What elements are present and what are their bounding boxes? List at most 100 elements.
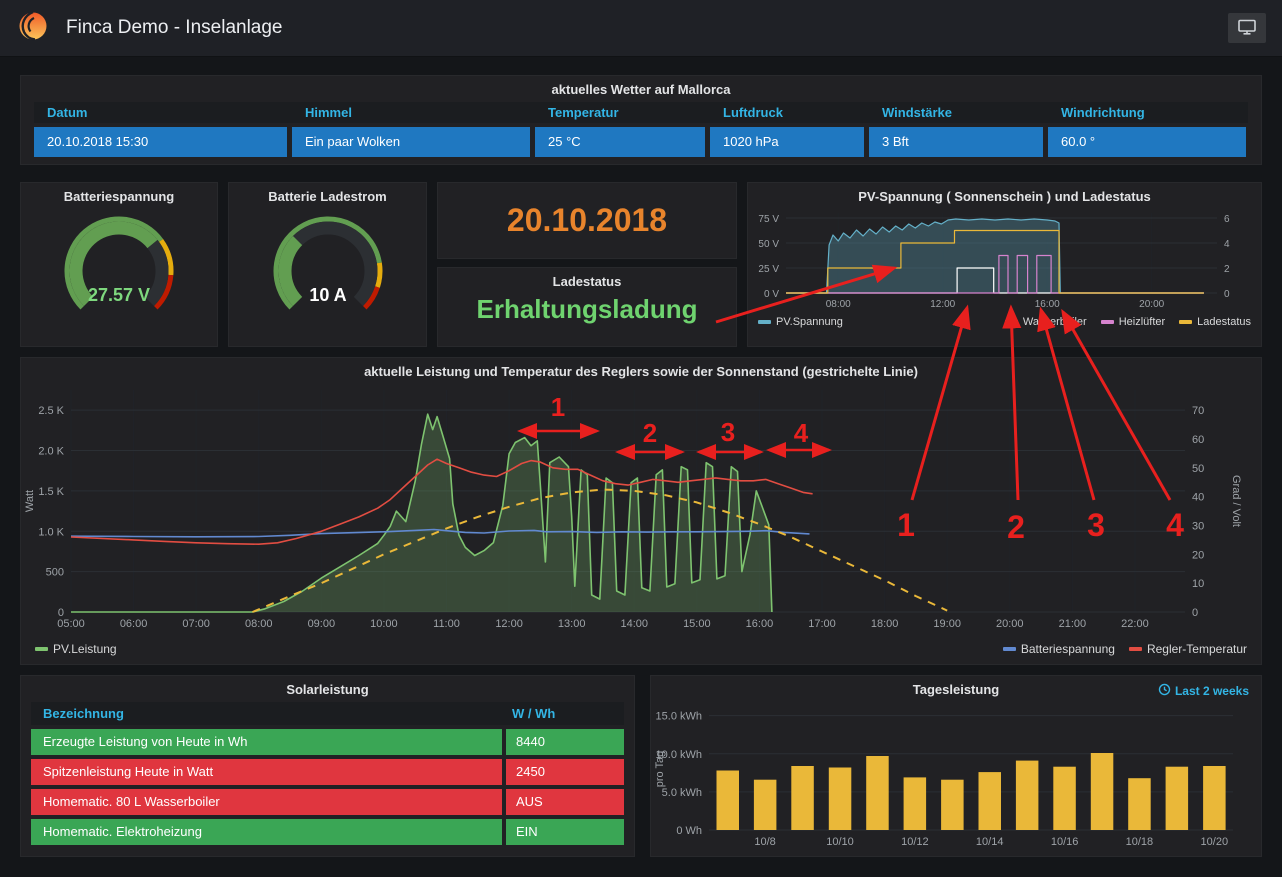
svg-text:2.5 K: 2.5 K <box>38 405 64 417</box>
solar-row-value: EIN <box>506 819 624 845</box>
solar-table-row: Spitzenleistung Heute in Watt2450 <box>31 759 624 785</box>
svg-text:6: 6 <box>1224 214 1230 225</box>
legend-label: Regler-Temperatur <box>1147 642 1247 656</box>
solar-row-label: Spitzenleistung Heute in Watt <box>31 759 502 785</box>
svg-text:15.0 kWh: 15.0 kWh <box>656 711 702 723</box>
legend-marker <box>1003 647 1016 651</box>
legend-item-regler-temperatur[interactable]: Regler-Temperatur <box>1129 642 1247 656</box>
panel-title-pv-voltage[interactable]: PV-Spannung ( Sonnenschein ) und Ladesta… <box>748 183 1261 207</box>
legend-marker <box>1101 320 1114 324</box>
panel-title-battery-voltage[interactable]: Batteriespannung <box>21 183 217 207</box>
solar-row-label: Homematic. 80 L Wasserboiler <box>31 789 502 815</box>
legend-item-pv-leistung[interactable]: PV.Leistung <box>35 642 117 656</box>
svg-text:2.0 K: 2.0 K <box>38 446 64 458</box>
solar-row-value: 8440 <box>506 729 624 755</box>
weather-column-header: Windrichtung <box>1048 102 1246 123</box>
daily-chart-panel: Tagesleistung Last 2 weeks 0 Wh5.0 kWh10… <box>650 675 1262 857</box>
svg-text:10/16: 10/16 <box>1051 836 1079 848</box>
weather-column-header: Luftdruck <box>710 102 864 123</box>
svg-text:16:00: 16:00 <box>746 618 774 630</box>
weather-cell: 60.0 ° <box>1048 127 1246 157</box>
weather-cell: 25 °C <box>535 127 705 157</box>
svg-text:1.0 K: 1.0 K <box>38 526 64 538</box>
panel-title-main-chart[interactable]: aktuelle Leistung und Temperatur des Reg… <box>21 358 1261 382</box>
solar-table-rows: Erzeugte Leistung von Heute in Wh8440Spi… <box>31 729 624 845</box>
svg-text:20: 20 <box>1192 549 1204 561</box>
panel-title-battery-current[interactable]: Batterie Ladestrom <box>229 183 426 207</box>
weather-column-header: Temperatur <box>535 102 705 123</box>
legend-label: PV.Spannung <box>776 316 843 328</box>
panel-title-solar[interactable]: Solarleistung <box>31 676 624 700</box>
svg-text:75 V: 75 V <box>758 214 779 225</box>
pv-voltage-panel: PV-Spannung ( Sonnenschein ) und Ladesta… <box>747 182 1262 347</box>
svg-text:1.5 K: 1.5 K <box>38 486 64 498</box>
tv-mode-button[interactable] <box>1228 13 1266 43</box>
panel-title-charge-status[interactable]: Ladestatus <box>438 268 736 292</box>
svg-text:15:00: 15:00 <box>683 618 711 630</box>
svg-text:07:00: 07:00 <box>182 618 210 630</box>
svg-text:21:00: 21:00 <box>1059 618 1087 630</box>
svg-text:16:00: 16:00 <box>1035 299 1060 310</box>
solar-row-value: AUS <box>506 789 624 815</box>
svg-text:Grad / Volt: Grad / Volt <box>1230 475 1241 527</box>
weather-data-row: 20.10.2018 15:30Ein paar Wolken25 °C1020… <box>34 127 1248 157</box>
svg-text:11:00: 11:00 <box>433 618 460 630</box>
svg-text:14:00: 14:00 <box>620 618 648 630</box>
svg-text:40: 40 <box>1192 492 1204 504</box>
svg-text:0: 0 <box>1192 607 1198 619</box>
solar-col-bezeichnung: Bezeichnung <box>31 702 502 725</box>
main-chart-legend: PV.Leistung Batteriespannung Regler-Tempe… <box>21 641 1261 656</box>
svg-text:60: 60 <box>1192 434 1204 446</box>
daily-energy-chart: 0 Wh5.0 kWh10.0 kWh15.0 kWh10/810/1010/1… <box>651 700 1241 852</box>
svg-text:50 V: 50 V <box>758 239 779 250</box>
svg-text:27.57 V: 27.57 V <box>88 285 150 305</box>
svg-text:Watt: Watt <box>24 490 36 512</box>
svg-text:10/20: 10/20 <box>1201 836 1229 848</box>
legend-item-ladestatus[interactable]: Ladestatus <box>1179 316 1251 328</box>
bottom-row: Solarleistung Bezeichnung W / Wh Erzeugt… <box>20 675 1262 857</box>
legend-item-heizl-fter[interactable]: Heizlüfter <box>1101 316 1165 328</box>
svg-text:30: 30 <box>1192 521 1204 533</box>
pv-chart-legend: PV.Spannung Wasserboiler Heizlüfter Ladest… <box>748 316 1261 328</box>
svg-text:10/10: 10/10 <box>826 836 854 848</box>
weather-cell: 20.10.2018 15:30 <box>34 127 287 157</box>
legend-label: Wasserboiler <box>1023 316 1087 328</box>
legend-item-pv-spannung[interactable]: PV.Spannung <box>758 316 843 328</box>
clock-icon <box>1158 683 1171 699</box>
legend-marker <box>1005 320 1018 324</box>
svg-text:pro Tag: pro Tag <box>654 751 666 788</box>
svg-text:19:00: 19:00 <box>933 618 961 630</box>
weather-table: DatumHimmelTemperaturLuftdruckWindstärke… <box>21 100 1261 157</box>
legend-label: Ladestatus <box>1197 316 1251 328</box>
svg-text:20:00: 20:00 <box>1139 299 1164 310</box>
svg-text:10 A: 10 A <box>309 285 346 305</box>
weather-header-row: DatumHimmelTemperaturLuftdruckWindstärke… <box>34 102 1248 123</box>
battery-voltage-panel: Batteriespannung 27.57 V <box>20 182 218 347</box>
date-value: 20.10.2018 <box>507 202 667 239</box>
panel-title-weather[interactable]: aktuelles Wetter auf Mallorca <box>21 76 1261 100</box>
svg-text:10/12: 10/12 <box>901 836 929 848</box>
weather-panel: aktuelles Wetter auf Mallorca DatumHimme… <box>20 75 1262 165</box>
svg-text:05:00: 05:00 <box>57 618 85 630</box>
grafana-logo[interactable] <box>16 9 50 48</box>
svg-text:08:00: 08:00 <box>245 618 273 630</box>
legend-marker <box>1129 647 1142 651</box>
middle-column: 20.10.2018 Ladestatus Erhaltungsladung <box>437 182 737 347</box>
solar-table-header: Bezeichnung W / Wh <box>31 702 624 725</box>
dashboard-title[interactable]: Finca Demo - Inselanlage <box>66 17 283 39</box>
svg-text:500: 500 <box>46 567 64 579</box>
svg-text:10: 10 <box>1192 578 1204 590</box>
monitor-icon <box>1238 19 1256 38</box>
svg-text:70: 70 <box>1192 405 1204 417</box>
legend-item-batteriespannung[interactable]: Batteriespannung <box>1003 642 1115 656</box>
svg-text:09:00: 09:00 <box>308 618 336 630</box>
solar-col-wwh: W / Wh <box>502 702 624 725</box>
svg-text:25 V: 25 V <box>758 264 779 275</box>
main-chart-panel: aktuelle Leistung und Temperatur des Reg… <box>20 357 1262 665</box>
stats-row: Batteriespannung 27.57 V Batterie Ladest… <box>20 182 1262 347</box>
svg-text:10:00: 10:00 <box>370 618 398 630</box>
svg-text:08:00: 08:00 <box>826 299 851 310</box>
svg-text:22:00: 22:00 <box>1121 618 1149 630</box>
time-range-link[interactable]: Last 2 weeks <box>1158 683 1249 699</box>
legend-item-wasserboiler[interactable]: Wasserboiler <box>1005 316 1087 328</box>
